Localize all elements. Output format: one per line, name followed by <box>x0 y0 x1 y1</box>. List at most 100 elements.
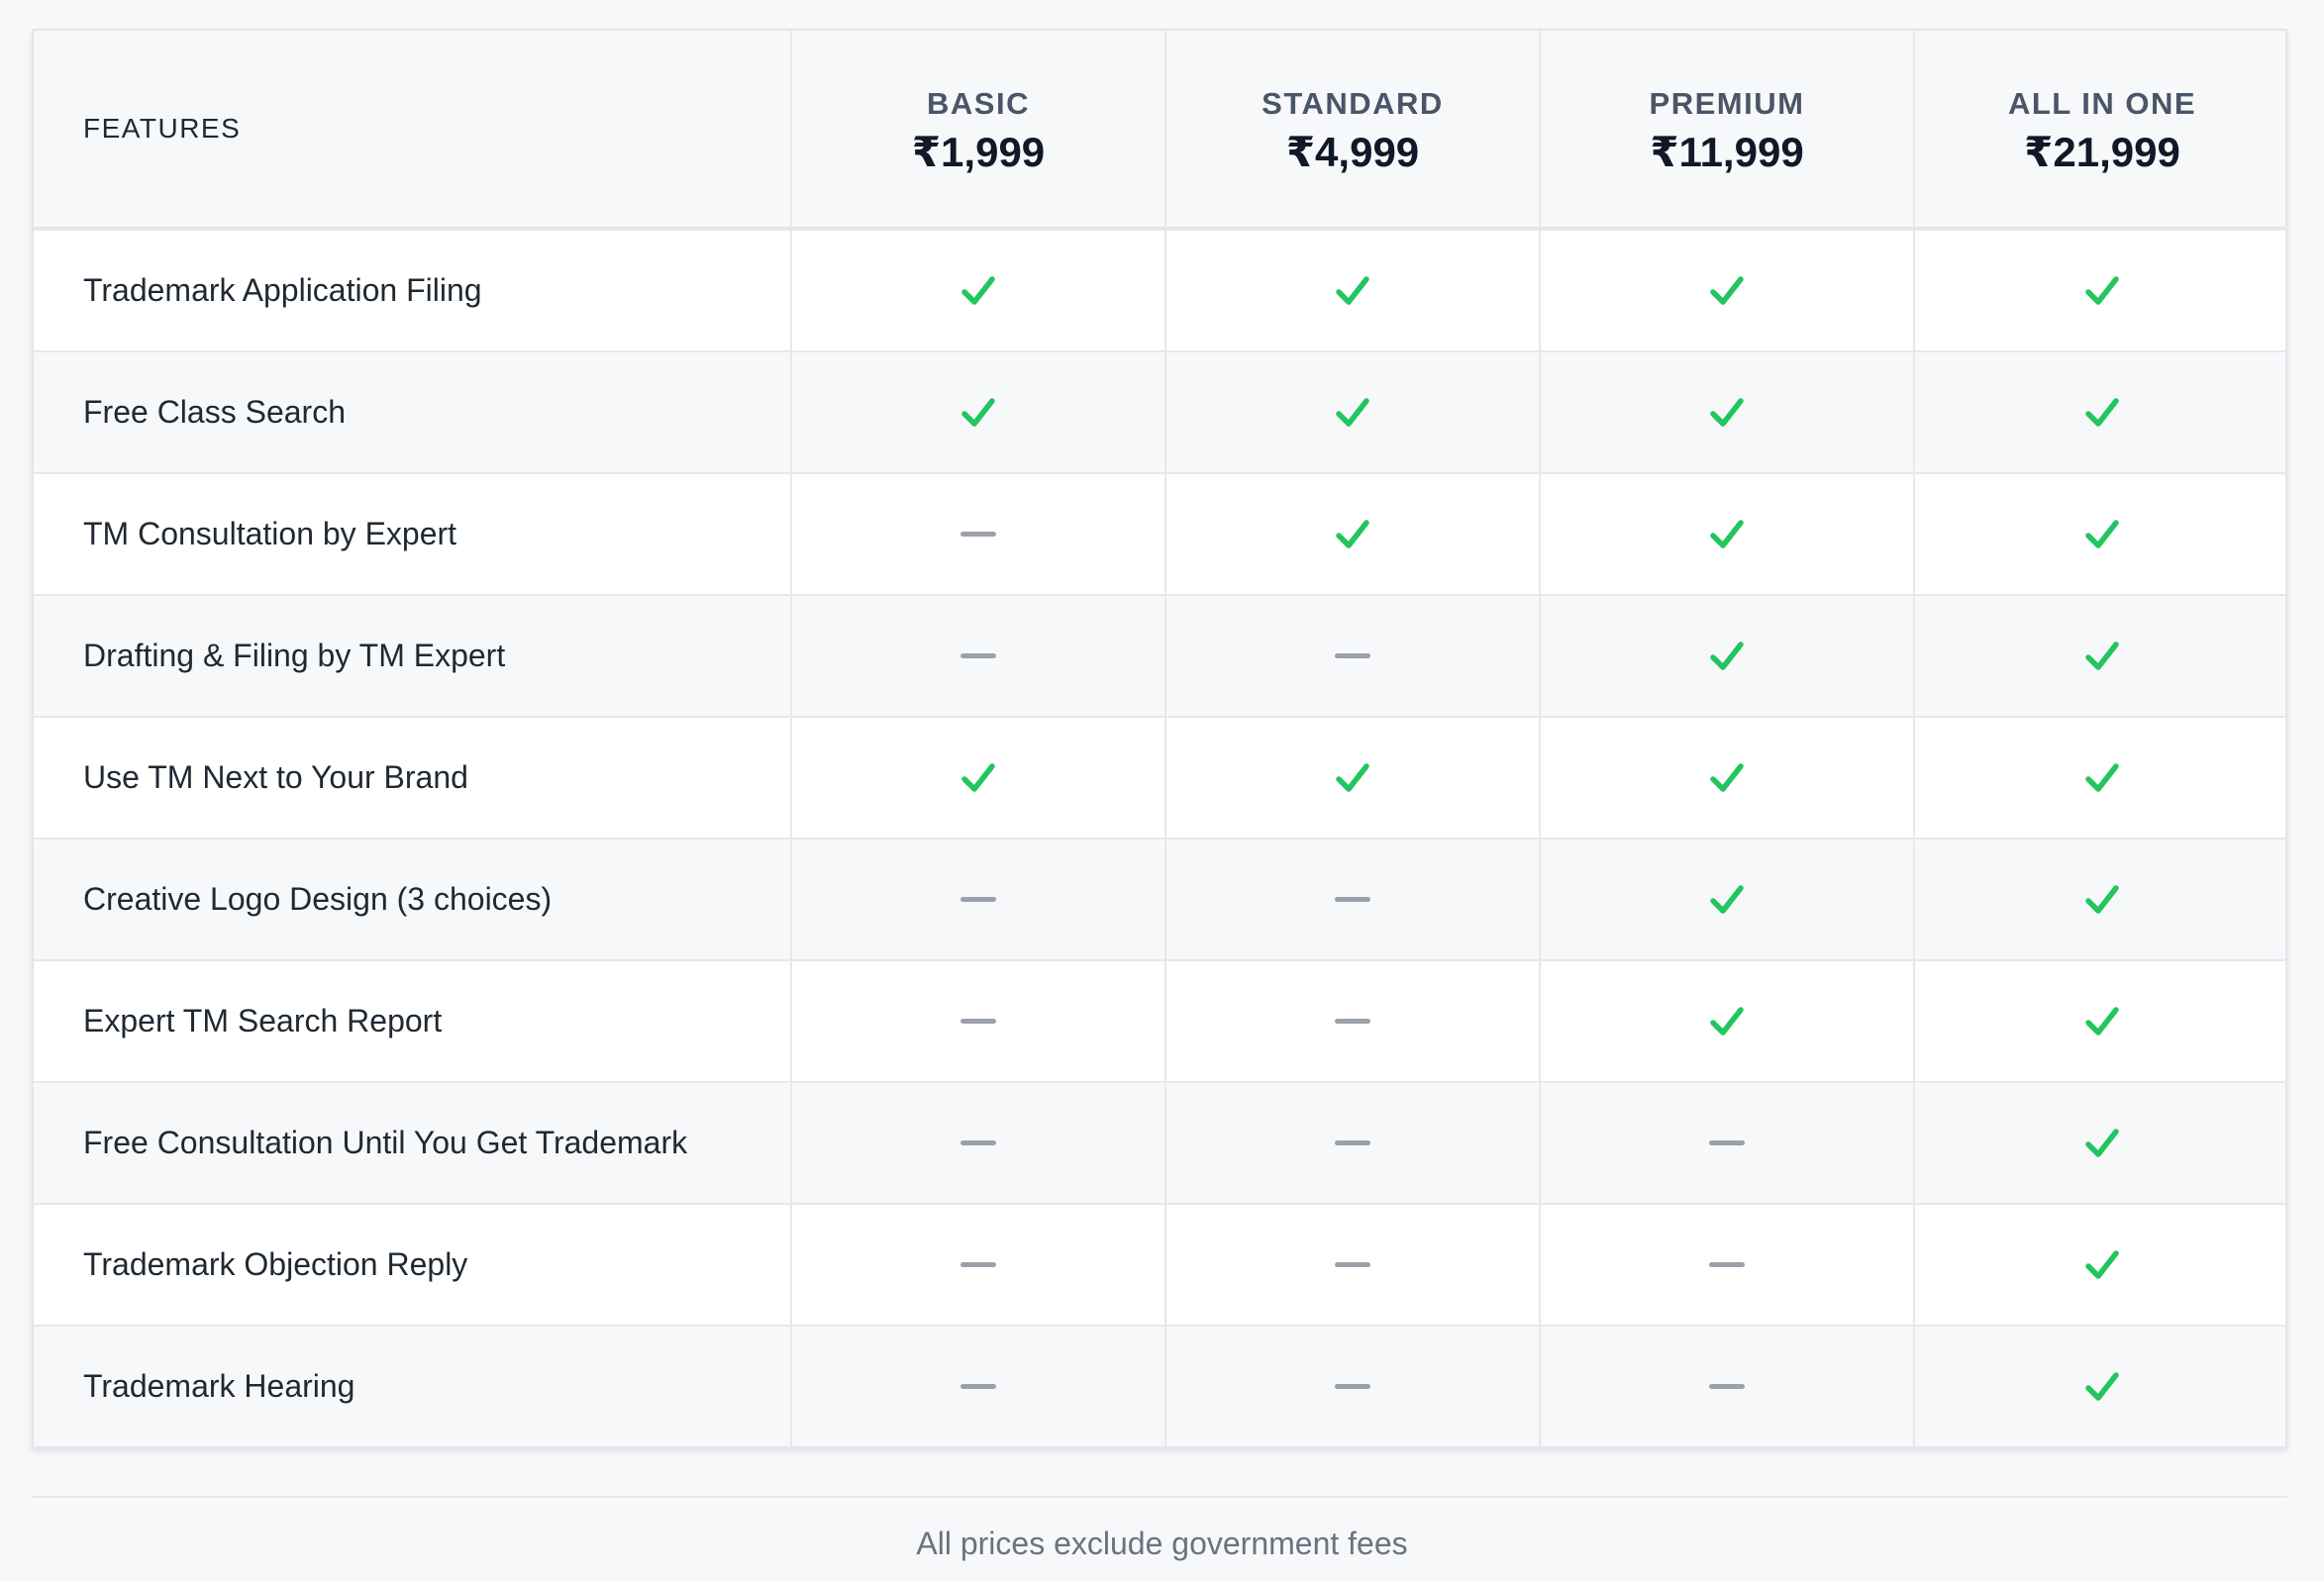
table-row: Use TM Next to Your Brand <box>34 716 2285 838</box>
check-icon <box>1709 883 1745 917</box>
dash-icon <box>1709 1140 1745 1145</box>
check-icon <box>2084 761 2120 795</box>
plan-availability-cell <box>790 596 1164 716</box>
feature-label: Trademark Objection Reply <box>83 1246 468 1282</box>
check-icon <box>2084 1005 2120 1038</box>
check-icon <box>1335 396 1370 430</box>
plan-availability-cell <box>790 474 1164 594</box>
feature-label: TM Consultation by Expert <box>83 516 457 551</box>
table-row: Trademark Application Filing <box>34 229 2285 350</box>
plan-price: ₹4,999 <box>1285 129 1420 176</box>
plan-availability-cell <box>1913 1327 2289 1446</box>
dash-icon <box>960 532 996 537</box>
feature-cell: TM Consultation by Expert <box>34 474 790 594</box>
check-icon <box>2084 1127 2120 1160</box>
dash-icon <box>1335 1262 1370 1267</box>
check-icon <box>1709 396 1745 430</box>
plan-availability-cell <box>790 1205 1164 1325</box>
check-icon <box>1709 274 1745 308</box>
dash-icon <box>960 1019 996 1024</box>
dash-icon <box>1335 1384 1370 1389</box>
check-icon <box>2084 1370 2120 1404</box>
plan-header-premium: PREMIUM ₹11,999 <box>1539 31 1913 227</box>
dash-icon <box>960 1262 996 1267</box>
feature-cell: Expert TM Search Report <box>34 961 790 1081</box>
plan-availability-cell <box>1913 961 2289 1081</box>
plan-availability-cell <box>1539 596 1913 716</box>
plan-availability-cell <box>1539 231 1913 350</box>
table-row: Expert TM Search Report <box>34 959 2285 1081</box>
table-header-row: FEATURES BASIC ₹1,999 STANDARD ₹4,999 PR… <box>34 31 2285 229</box>
pricing-table: FEATURES BASIC ₹1,999 STANDARD ₹4,999 PR… <box>32 29 2287 1448</box>
plan-availability-cell <box>1913 1083 2289 1203</box>
plan-price: ₹1,999 <box>911 129 1046 176</box>
feature-label: Trademark Application Filing <box>83 272 482 308</box>
plan-header-all-in-one: ALL IN ONE ₹21,999 <box>1913 31 2289 227</box>
plan-availability-cell <box>790 1083 1164 1203</box>
feature-cell: Use TM Next to Your Brand <box>34 718 790 838</box>
feature-label: Drafting & Filing by TM Expert <box>83 638 506 673</box>
table-row: Drafting & Filing by TM Expert <box>34 594 2285 716</box>
plan-name: STANDARD <box>1262 86 1444 122</box>
check-icon <box>960 396 996 430</box>
plan-availability-cell <box>1913 1205 2289 1325</box>
dash-icon <box>1335 653 1370 658</box>
table-row: Trademark Objection Reply <box>34 1203 2285 1325</box>
plan-availability-cell <box>1539 718 1913 838</box>
check-icon <box>2084 274 2120 308</box>
features-heading-cell: FEATURES <box>34 31 790 227</box>
plan-availability-cell <box>790 352 1164 472</box>
plan-availability-cell <box>790 840 1164 959</box>
plan-availability-cell <box>1164 718 1539 838</box>
check-icon <box>960 761 996 795</box>
check-icon <box>2084 640 2120 673</box>
feature-cell: Trademark Objection Reply <box>34 1205 790 1325</box>
check-icon <box>2084 1248 2120 1282</box>
check-icon <box>1335 274 1370 308</box>
feature-cell: Trademark Hearing <box>34 1327 790 1446</box>
feature-label: Trademark Hearing <box>83 1368 355 1404</box>
plan-availability-cell <box>1913 840 2289 959</box>
dash-icon <box>1335 1140 1370 1145</box>
dash-icon <box>1709 1384 1745 1389</box>
plan-availability-cell <box>1539 352 1913 472</box>
feature-label: Use TM Next to Your Brand <box>83 759 468 795</box>
feature-label: Free Class Search <box>83 394 346 430</box>
plan-availability-cell <box>1539 1327 1913 1446</box>
plan-availability-cell <box>1164 961 1539 1081</box>
check-icon <box>1709 761 1745 795</box>
pricing-comparison-page: FEATURES BASIC ₹1,999 STANDARD ₹4,999 PR… <box>0 0 2324 1581</box>
table-row: Creative Logo Design (3 choices) <box>34 838 2285 959</box>
plan-availability-cell <box>1913 718 2289 838</box>
dash-icon <box>960 653 996 658</box>
feature-label: Free Consultation Until You Get Trademar… <box>83 1125 688 1160</box>
check-icon <box>1335 761 1370 795</box>
footer-divider <box>32 1496 2287 1498</box>
plan-availability-cell <box>1913 596 2289 716</box>
plan-availability-cell <box>1164 352 1539 472</box>
feature-cell: Free Consultation Until You Get Trademar… <box>34 1083 790 1203</box>
plan-name: ALL IN ONE <box>2007 86 2197 122</box>
dash-icon <box>960 1140 996 1145</box>
feature-cell: Drafting & Filing by TM Expert <box>34 596 790 716</box>
feature-cell: Trademark Application Filing <box>34 231 790 350</box>
table-row: Free Class Search <box>34 350 2285 472</box>
dash-icon <box>1709 1262 1745 1267</box>
plan-name: PREMIUM <box>1649 86 1805 122</box>
plan-header-standard: STANDARD ₹4,999 <box>1164 31 1539 227</box>
plan-availability-cell <box>1539 840 1913 959</box>
plan-availability-cell <box>1164 596 1539 716</box>
check-icon <box>960 274 996 308</box>
dash-icon <box>960 897 996 902</box>
check-icon <box>2084 883 2120 917</box>
check-icon <box>1335 518 1370 551</box>
plan-availability-cell <box>1164 1083 1539 1203</box>
plan-name: BASIC <box>927 86 1030 122</box>
plan-availability-cell <box>1164 1205 1539 1325</box>
table-row: Free Consultation Until You Get Trademar… <box>34 1081 2285 1203</box>
plan-availability-cell <box>1164 840 1539 959</box>
plan-availability-cell <box>1164 1327 1539 1446</box>
plan-availability-cell <box>1164 231 1539 350</box>
dash-icon <box>1335 1019 1370 1024</box>
plan-availability-cell <box>790 231 1164 350</box>
